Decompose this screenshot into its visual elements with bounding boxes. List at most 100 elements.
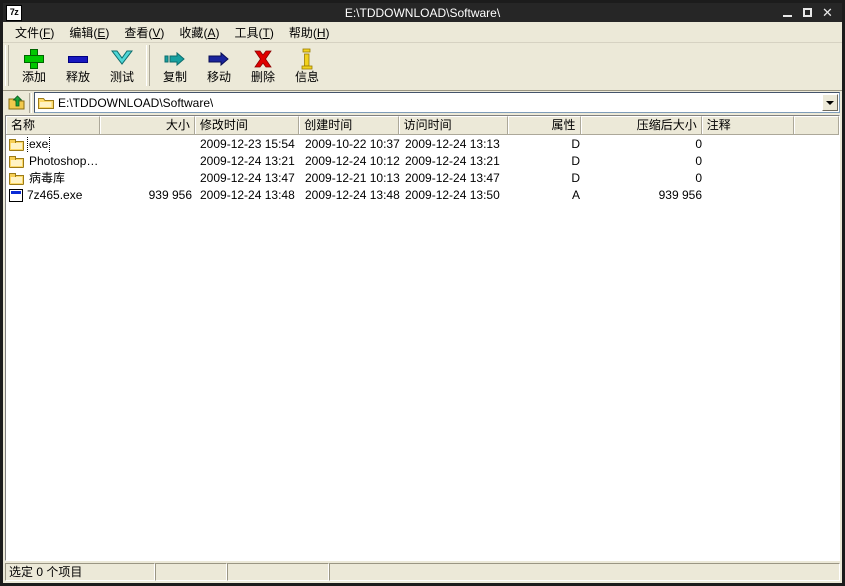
file-name-text: exe — [26, 136, 51, 153]
column-header-created[interactable]: 创建时间 — [299, 116, 399, 134]
menu-label-edit: 编辑 — [69, 25, 94, 40]
info-i-icon — [296, 48, 318, 70]
table-row[interactable]: 7z465.exe 939 956 2009-12-24 13:48 2009-… — [6, 187, 839, 204]
menu-accel-view: V — [152, 25, 161, 40]
double-chevron-down-icon — [110, 48, 134, 70]
cell-accessed: 2009-12-24 13:21 — [405, 154, 500, 168]
menu-accel-file: F — [43, 25, 51, 40]
toolbar-label-copy: 复制 — [162, 70, 187, 84]
column-header-attributes[interactable]: 属性 — [507, 116, 581, 134]
toolbar-grip-mid[interactable] — [146, 45, 150, 86]
cell-accessed: 2009-12-24 13:47 — [405, 171, 500, 185]
menu-item-favorites[interactable]: 收藏(A) — [172, 22, 227, 43]
cell-created: 2009-10-22 10:37 — [305, 137, 400, 151]
menu-item-help[interactable]: 帮助(H) — [282, 22, 338, 43]
address-bar-separator — [29, 92, 32, 113]
toolbar-button-copy[interactable]: 复制 — [153, 45, 197, 86]
file-name-text: Photoshop… — [29, 154, 99, 168]
folder-icon — [38, 96, 54, 110]
toolbar-label-info: 信息 — [294, 70, 319, 84]
cell-modified: 2009-12-24 13:21 — [200, 154, 295, 168]
cell-accessed: 2009-12-24 13:13 — [405, 137, 500, 151]
exe-icon — [9, 189, 23, 202]
close-icon[interactable]: ✕ — [821, 6, 834, 19]
column-header-comment[interactable]: 注释 — [701, 116, 795, 134]
toolbar-button-test[interactable]: 测试 — [100, 45, 144, 86]
cell-name[interactable]: Photoshop… — [6, 153, 101, 170]
cell-created: 2009-12-24 13:48 — [305, 188, 400, 202]
toolbar-button-move[interactable]: 移动 — [197, 45, 241, 86]
column-header-accessed[interactable]: 访问时间 — [398, 116, 508, 134]
menu-item-edit[interactable]: 编辑(E) — [62, 22, 117, 43]
menu-accel-tools: T — [262, 25, 270, 40]
toolbar-button-add[interactable]: 添加 — [12, 45, 56, 86]
cell-name[interactable]: exe — [6, 136, 101, 153]
table-row[interactable]: 病毒库 2009-12-24 13:47 2009-12-21 10:13 20… — [6, 170, 839, 187]
status-selection-text: 选定 0 个项目 — [5, 563, 155, 581]
column-header-modified[interactable]: 修改时间 — [194, 116, 300, 134]
column-header-size[interactable]: 大小 — [100, 116, 195, 134]
status-panel-4 — [329, 563, 840, 581]
status-bar: 选定 0 个项目 — [3, 561, 842, 583]
column-header-filler[interactable] — [794, 116, 839, 134]
toolbar-button-delete[interactable]: 删除 — [241, 45, 285, 86]
menu-label-view: 查看 — [124, 25, 149, 40]
cell-created: 2009-12-24 10:12 — [305, 154, 400, 168]
toolbar-label-extract: 释放 — [65, 70, 90, 84]
file-list-rows: exe 2009-12-23 15:54 2009-10-22 10:37 20… — [6, 135, 839, 560]
menu-label-tools: 工具 — [234, 25, 259, 40]
cell-packed-size: 0 — [695, 137, 702, 151]
cell-modified: 2009-12-24 13:47 — [200, 171, 295, 185]
cell-name[interactable]: 病毒库 — [6, 170, 101, 187]
menu-accel-edit: E — [97, 25, 106, 40]
menu-accel-help: H — [316, 25, 326, 40]
file-name-text: 7z465.exe — [27, 188, 83, 202]
toolbar-label-delete: 删除 — [250, 70, 275, 84]
cell-packed-size: 0 — [695, 154, 702, 168]
cell-attributes: D — [571, 171, 580, 185]
folder-icon — [9, 155, 25, 168]
copy-arrow-right-icon — [164, 48, 186, 70]
toolbar-grip-left[interactable] — [5, 45, 9, 86]
menu-bar: 文件(F) 编辑(E) 查看(V) 收藏(A) 工具(T) 帮助(H) — [3, 22, 842, 43]
file-list: 名称 大小 修改时间 创建时间 访问时间 属性 压缩后大小 注释 exe 200… — [5, 115, 840, 561]
address-dropdown-button[interactable] — [822, 94, 838, 111]
menu-item-view[interactable]: 查看(V) — [117, 22, 172, 43]
menu-item-tools[interactable]: 工具(T) — [227, 22, 281, 43]
table-row[interactable]: Photoshop… 2009-12-24 13:21 2009-12-24 1… — [6, 153, 839, 170]
menu-label-favorites: 收藏 — [179, 25, 204, 40]
file-name-text: 病毒库 — [29, 171, 66, 185]
minimize-icon[interactable] — [781, 6, 794, 19]
column-header-packed-size[interactable]: 压缩后大小 — [580, 116, 702, 134]
up-one-level-icon[interactable] — [5, 92, 29, 113]
menu-accel-favorites: A — [207, 25, 216, 40]
menu-item-file[interactable]: 文件(F) — [8, 22, 62, 43]
cell-attributes: D — [571, 154, 580, 168]
toolbar-button-info[interactable]: 信息 — [285, 45, 329, 86]
table-row[interactable]: exe 2009-12-23 15:54 2009-10-22 10:37 20… — [6, 136, 839, 153]
address-combobox[interactable]: E:\TDDOWNLOAD\Software\ — [34, 92, 840, 113]
toolbar-label-test: 测试 — [109, 70, 134, 84]
cell-packed-size: 0 — [695, 171, 702, 185]
app-icon: 7z — [6, 4, 22, 21]
maximize-icon[interactable] — [801, 6, 814, 19]
delete-x-icon — [252, 48, 274, 70]
window-frame: 7z E:\TDDOWNLOAD\Software\ ✕ 文件(F) 编辑(E)… — [0, 0, 845, 586]
cell-modified: 2009-12-24 13:48 — [200, 188, 295, 202]
cell-name[interactable]: 7z465.exe — [6, 187, 101, 204]
toolbar: 添加 释放 测试 复制 移动 删除 信息 — [3, 43, 842, 91]
status-panel-2 — [155, 563, 227, 581]
cell-attributes: A — [571, 188, 580, 202]
window-title: E:\TDDOWNLOAD\Software\ — [344, 5, 501, 20]
toolbar-label-add: 添加 — [21, 70, 46, 84]
cell-size: 939 956 — [148, 188, 192, 202]
column-header-name[interactable]: 名称 — [6, 116, 101, 134]
cell-modified: 2009-12-23 15:54 — [200, 137, 295, 151]
menu-label-help: 帮助 — [288, 25, 313, 40]
plus-icon — [23, 48, 45, 70]
chevron-down-icon — [826, 100, 834, 105]
toolbar-button-extract[interactable]: 释放 — [56, 45, 100, 86]
menu-label-file: 文件 — [15, 25, 40, 40]
address-bar: E:\TDDOWNLOAD\Software\ — [3, 91, 842, 115]
file-list-header: 名称 大小 修改时间 创建时间 访问时间 属性 压缩后大小 注释 — [6, 116, 839, 135]
